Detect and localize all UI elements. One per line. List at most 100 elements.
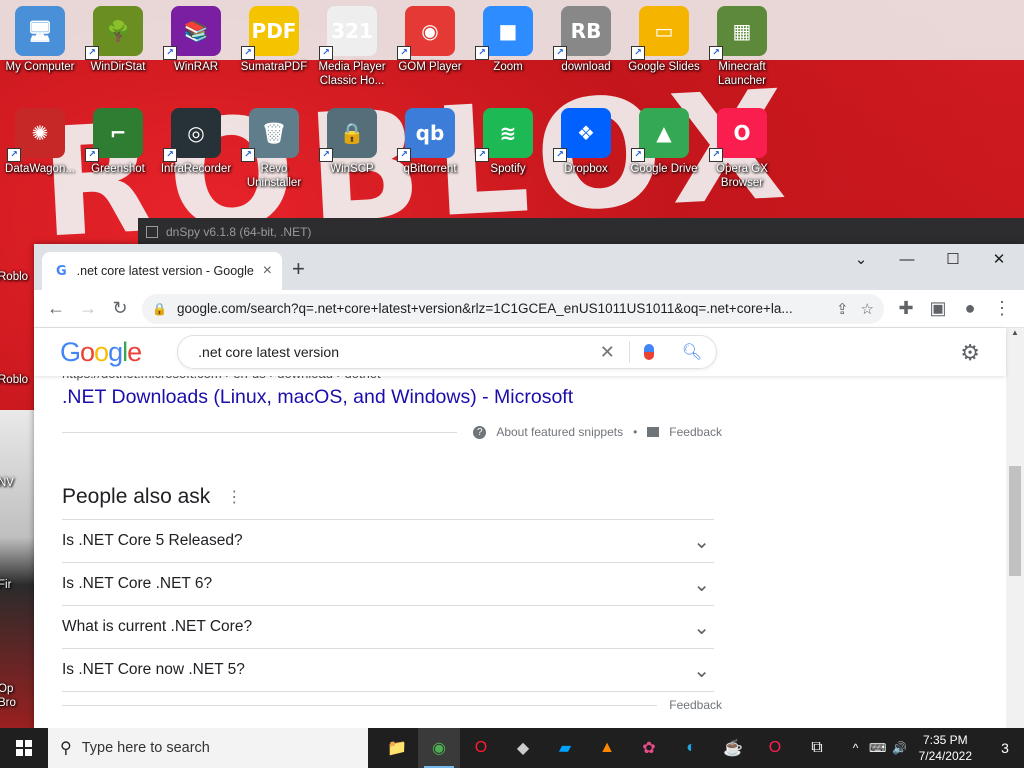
desktop-icon-label: qBittorrent bbox=[403, 163, 457, 175]
desktop-icon-minecraft-launcher[interactable]: ▦ ↗ Minecraft Launcher bbox=[703, 6, 781, 88]
partial-desktop-icon-label[interactable]: Op bbox=[0, 682, 34, 696]
back-button[interactable]: ← bbox=[40, 293, 72, 325]
shortcut-arrow-icon: ↗ bbox=[7, 148, 21, 162]
scroll-up-arrow-icon[interactable]: ▲ bbox=[1006, 328, 1024, 342]
show-hidden-icons-chevron-icon[interactable]: ^ bbox=[845, 741, 867, 755]
featured-snippet-footer: ? About featured snippets • Feedback bbox=[62, 425, 722, 439]
desktop-icon-label: WinRAR bbox=[173, 61, 219, 73]
feedback-link[interactable]: Feedback bbox=[669, 425, 722, 439]
partial-desktop-icon-label[interactable]: NV bbox=[0, 476, 34, 490]
opera-gx-icon[interactable]: O bbox=[754, 728, 796, 768]
desktop-icon-zoom[interactable]: ■ ↗ Zoom bbox=[469, 6, 547, 74]
settings-gear-icon[interactable]: ⚙ bbox=[960, 340, 980, 366]
volume-icon[interactable]: 🔊 bbox=[889, 741, 911, 755]
voice-search-icon[interactable] bbox=[643, 344, 654, 360]
partial-desktop-icon-label[interactable]: Roblo bbox=[0, 373, 34, 387]
desktop-icon-revo-uninstaller[interactable]: 🗑 ↗ Revo Uninstaller bbox=[235, 108, 313, 190]
partial-desktop-icon-label[interactable]: Roblo bbox=[0, 270, 34, 284]
edge-icon[interactable]: ◐ bbox=[670, 728, 712, 768]
opera-icon[interactable]: O bbox=[460, 728, 502, 768]
side-panel-icon[interactable]: ▣ bbox=[922, 293, 954, 325]
paa-feedback-link[interactable]: Feedback bbox=[669, 698, 722, 712]
desktop-icon-infrarecorder[interactable]: ◎ ↗ InfraRecorder bbox=[157, 108, 235, 176]
chevron-down-icon[interactable]: ⌄ bbox=[693, 658, 710, 683]
result-title-link[interactable]: .NET Downloads (Linux, macOS, and Window… bbox=[62, 386, 722, 409]
chevron-down-icon[interactable]: ⌄ bbox=[693, 572, 710, 597]
desktop-icon-google-slides[interactable]: ▭ ↗ Google Slides bbox=[625, 6, 703, 74]
roblox-studio-icon[interactable]: ▰ bbox=[544, 728, 586, 768]
scrollbar-thumb[interactable] bbox=[1009, 466, 1021, 576]
desktop-icon-qbittorrent[interactable]: qb ↗ qBittorrent bbox=[391, 108, 469, 176]
start-button[interactable] bbox=[0, 728, 48, 768]
page-scrollbar[interactable]: ▲ bbox=[1006, 328, 1024, 728]
lock-icon[interactable]: 🔒 bbox=[152, 302, 167, 316]
shortcut-arrow-icon: ↗ bbox=[163, 148, 177, 162]
desktop-icon-sumatrapdf[interactable]: PDF ↗ SumatraPDF bbox=[235, 6, 313, 74]
paint-icon[interactable]: ✿ bbox=[628, 728, 670, 768]
browser-menu-icon[interactable]: ⋮ bbox=[986, 293, 1018, 325]
desktop-icon-spotify[interactable]: ≋ ↗ Spotify bbox=[469, 108, 547, 176]
paa-question[interactable]: Is .NET Core .NET 6? ⌄ bbox=[62, 563, 714, 606]
desktop-icon-dropbox[interactable]: ❖ ↗ Dropbox bbox=[547, 108, 625, 176]
app-icon: ▦ ↗ bbox=[709, 6, 767, 60]
feedback-icon[interactable] bbox=[647, 427, 660, 437]
app-icon: ✺ ↗ bbox=[7, 108, 65, 162]
profile-avatar-icon[interactable]: ● bbox=[954, 293, 986, 325]
new-tab-button[interactable]: + bbox=[292, 256, 305, 282]
desktop-icon-media-player-classic-ho[interactable]: 321 ↗ Media Player Classic Ho... bbox=[313, 6, 391, 88]
reload-button[interactable]: ↻ bbox=[104, 293, 136, 325]
desktop-icon-winscp[interactable]: 🔒 ↗ WinSCP bbox=[313, 108, 391, 176]
forward-button[interactable]: → bbox=[72, 293, 104, 325]
paa-question[interactable]: Is .NET Core 5 Released? ⌄ bbox=[62, 520, 714, 563]
app-icon: RB ↗ bbox=[553, 6, 611, 60]
partial-desktop-icon-label[interactable]: Fir bbox=[0, 578, 34, 592]
task-view-icon[interactable]: ⧉ bbox=[796, 728, 838, 768]
paa-question[interactable]: What is current .NET Core? ⌄ bbox=[62, 606, 714, 649]
network-icon[interactable]: ⌨ bbox=[867, 741, 889, 755]
vlc-icon[interactable]: ▲ bbox=[586, 728, 628, 768]
address-bar[interactable]: 🔒 google.com/search?q=.net+core+latest+v… bbox=[142, 293, 884, 324]
extensions-icon[interactable]: ✚ bbox=[890, 293, 922, 325]
desktop-icon-windirstat[interactable]: 🌳 ↗ WinDirStat bbox=[79, 6, 157, 74]
dnspy-window-titlebar[interactable]: dnSpy v6.1.8 (64-bit, .NET) bbox=[138, 218, 1024, 246]
desktop-icon-datawagon[interactable]: ✺ ↗ DataWagon... bbox=[1, 108, 79, 176]
close-tab-icon[interactable]: × bbox=[263, 262, 272, 280]
notification-center-button[interactable]: 3 bbox=[986, 728, 1024, 768]
taskbar-search-box[interactable]: ⚲ Type here to search bbox=[48, 728, 368, 768]
google-logo[interactable]: Google bbox=[60, 337, 142, 368]
desktop-icon-opera-gx-browser[interactable]: O ↗ Opera GX Browser bbox=[703, 108, 781, 190]
share-icon[interactable]: ⇪ bbox=[836, 300, 849, 318]
paa-question[interactable]: Is .NET Core now .NET 5? ⌄ bbox=[62, 649, 714, 692]
search-query-input[interactable]: .net core latest version bbox=[198, 344, 600, 360]
minimize-button[interactable]: — bbox=[884, 244, 930, 274]
desktop-icon-greenshot[interactable]: ⌐ ↗ Greenshot bbox=[79, 108, 157, 176]
about-snippets-link[interactable]: About featured snippets bbox=[496, 425, 623, 439]
desktop-icon-label: download bbox=[561, 61, 611, 73]
desktop-icon-download[interactable]: RB ↗ download bbox=[547, 6, 625, 74]
chrome-icon[interactable]: ◉ bbox=[418, 728, 460, 768]
desktop-icon-gom-player[interactable]: ◉ ↗ GOM Player bbox=[391, 6, 469, 74]
roblox-icon[interactable]: ◆ bbox=[502, 728, 544, 768]
chevron-down-icon[interactable]: ⌄ bbox=[693, 615, 710, 640]
desktop-icon-winrar[interactable]: 📚 ↗ WinRAR bbox=[157, 6, 235, 74]
tab-search-button[interactable]: ⌄ bbox=[838, 244, 884, 274]
bookmark-star-icon[interactable]: ☆ bbox=[861, 300, 874, 318]
partial-desktop-icon-label[interactable]: Bro bbox=[0, 696, 34, 710]
help-icon[interactable]: ? bbox=[473, 425, 487, 439]
file-explorer-icon[interactable]: 📁 bbox=[376, 728, 418, 768]
maximize-button[interactable]: ☐ bbox=[930, 244, 976, 274]
paa-feedback-row: Feedback bbox=[62, 698, 722, 712]
desktop-icon-google-drive[interactable]: ▲ ↗ Google Drive bbox=[625, 108, 703, 176]
desktop-icon-my-computer[interactable]: 🖥 My Computer bbox=[1, 6, 79, 74]
clock[interactable]: 7:35 PM 7/24/2022 bbox=[919, 732, 972, 764]
google-search-box[interactable]: .net core latest version ✕ 🔍︎ bbox=[177, 335, 718, 369]
chevron-down-icon[interactable]: ⌄ bbox=[693, 529, 710, 554]
google-header: Google .net core latest version ✕ 🔍︎ ⚙ bbox=[34, 328, 1006, 376]
java-icon[interactable]: ☕ bbox=[712, 728, 754, 768]
search-icon[interactable]: 🔍︎ bbox=[682, 342, 702, 362]
tab-google-search[interactable]: G .net core latest version - Google × bbox=[42, 252, 282, 290]
clear-search-icon[interactable]: ✕ bbox=[600, 342, 615, 363]
more-options-icon[interactable]: ⋮ bbox=[226, 487, 242, 507]
close-window-button[interactable]: ✕ bbox=[976, 244, 1022, 274]
desktop-icon-label: Google Drive bbox=[630, 163, 698, 175]
